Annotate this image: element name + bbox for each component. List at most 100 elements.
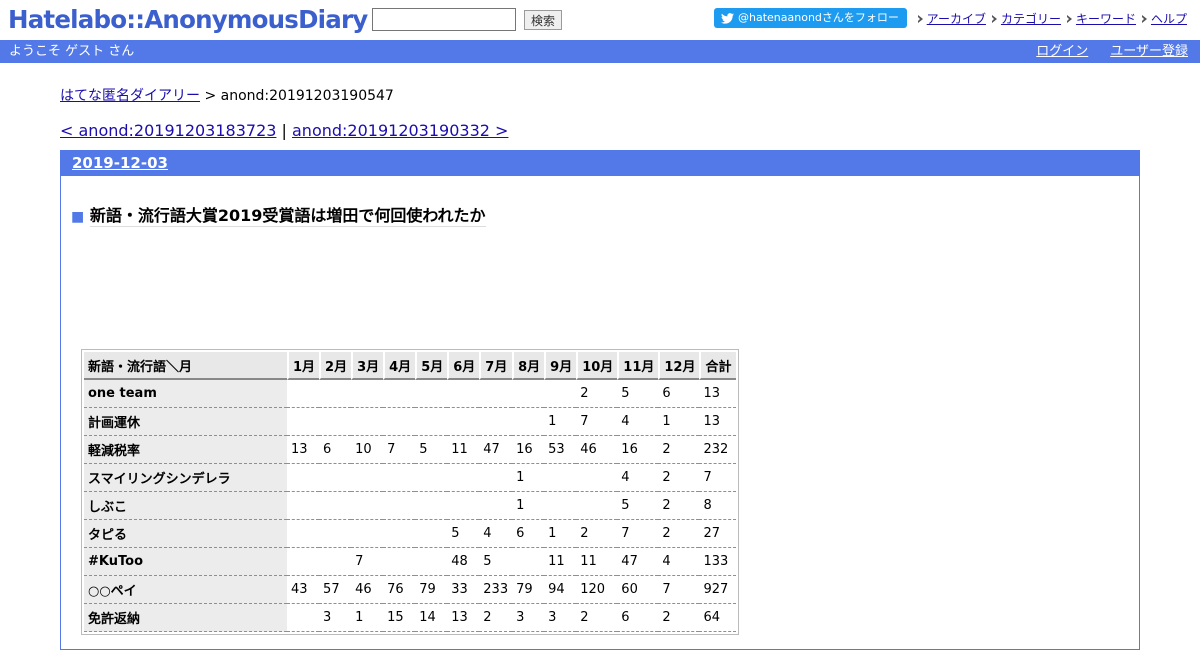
table-cell: 6 xyxy=(617,604,659,632)
table-cell: 1 xyxy=(512,464,545,492)
table-cell: 233 xyxy=(479,576,513,604)
table-cell xyxy=(287,380,320,408)
breadcrumb-separator: > xyxy=(200,88,221,104)
table-cell: 16 xyxy=(512,436,545,464)
site-logo[interactable]: Hatelabo::AnonymousDiary xyxy=(8,5,368,35)
table-cell: 120 xyxy=(576,576,618,604)
nav-keyword-link[interactable]: キーワード xyxy=(1076,10,1136,27)
table-cell: 7 xyxy=(617,520,659,548)
buzzword-count-table: 新語・流行語＼月 1月 2月 3月 4月 5月 6月 7月 8月 9月 10月 11月 12月 合計 on… xyxy=(81,349,739,635)
table-cell xyxy=(479,464,513,492)
triangle-arrow-icon xyxy=(1066,14,1072,23)
nav-keyword[interactable]: キーワード xyxy=(1066,10,1136,27)
table-cell xyxy=(447,380,480,408)
account-links: ログイン ユーザー登録 xyxy=(1036,40,1188,63)
table-cell: 47 xyxy=(479,436,513,464)
table-cell: 27 xyxy=(699,520,736,548)
table-cell xyxy=(544,464,577,492)
table-cell: 53 xyxy=(544,436,577,464)
table-cell: 46 xyxy=(576,436,618,464)
table-cell: 4 xyxy=(479,520,513,548)
table-cell xyxy=(512,380,545,408)
pager-separator: | xyxy=(276,121,292,140)
table-cell: 57 xyxy=(319,576,352,604)
table-cell xyxy=(544,492,577,520)
nav-help[interactable]: ヘルプ xyxy=(1141,10,1187,27)
table-column-header: 8月 xyxy=(512,352,545,380)
table-cell xyxy=(319,380,352,408)
entry-permalink-square[interactable]: ■ xyxy=(71,209,84,225)
row-label: 計画運休 xyxy=(84,408,287,436)
table-row: 免許返納 3 1 15 14 13 2 3 3 2 6 2 64 xyxy=(84,604,736,632)
table-cell xyxy=(351,464,384,492)
table-cell: 927 xyxy=(699,576,736,604)
table-cell xyxy=(287,548,320,576)
row-label: スマイリングシンデレラ xyxy=(84,464,287,492)
table-corner-header: 新語・流行語＼月 xyxy=(84,352,287,380)
table-cell: 3 xyxy=(319,604,352,632)
nav-help-link[interactable]: ヘルプ xyxy=(1151,10,1187,27)
triangle-arrow-icon xyxy=(917,14,923,23)
table-cell: 10 xyxy=(351,436,384,464)
table-cell: 5 xyxy=(617,492,659,520)
table-cell: 4 xyxy=(658,548,700,576)
table-cell: 47 xyxy=(617,548,659,576)
table-cell xyxy=(319,464,352,492)
table-cell: 33 xyxy=(447,576,480,604)
nav-archive-link[interactable]: アーカイブ xyxy=(927,10,986,27)
day-date-link[interactable]: 2019-12-03 xyxy=(72,154,168,172)
row-label: one team xyxy=(84,380,287,408)
table-cell: 6 xyxy=(512,520,545,548)
table-cell xyxy=(319,408,352,436)
table-cell: 5 xyxy=(447,520,480,548)
table-column-header: 7月 xyxy=(479,352,513,380)
table-cell xyxy=(383,548,416,576)
table-cell: 4 xyxy=(617,408,659,436)
table-cell xyxy=(447,464,480,492)
table-cell: 13 xyxy=(287,436,320,464)
table-cell xyxy=(415,548,448,576)
table-cell: 7 xyxy=(699,464,736,492)
table-cell: 13 xyxy=(699,380,736,408)
table-cell: 6 xyxy=(319,436,352,464)
table-cell xyxy=(576,492,618,520)
table-cell xyxy=(383,520,416,548)
next-entry-link[interactable]: anond:20191203190332 > xyxy=(292,121,508,140)
breadcrumb-home-link[interactable]: はてな匿名ダイアリー xyxy=(60,88,200,104)
table-cell xyxy=(415,492,448,520)
table-cell: 8 xyxy=(699,492,736,520)
table-cell xyxy=(576,464,618,492)
breadcrumb: はてな匿名ダイアリー > anond:20191203190547 xyxy=(60,85,394,105)
table-row: #KuToo 7 48 5 11 11 47 4 133 xyxy=(84,548,736,576)
row-label: 軽減税率 xyxy=(84,436,287,464)
nav-category[interactable]: カテゴリー xyxy=(991,10,1061,27)
table-cell xyxy=(415,408,448,436)
search-button[interactable]: 検索 xyxy=(524,10,562,30)
table-cell xyxy=(479,380,513,408)
register-link[interactable]: ユーザー登録 xyxy=(1110,40,1188,63)
table-column-header: 4月 xyxy=(383,352,416,380)
breadcrumb-current: anond:20191203190547 xyxy=(220,88,394,104)
entry-title-text: 新語・流行語大賞2019受賞語は増田で何回使われたか xyxy=(89,206,486,227)
table-row: ○○ペイ 43 57 46 76 79 33 233 79 94 120 60 7 927 xyxy=(84,576,736,604)
table-row: スマイリングシンデレラ 1 4 2 7 xyxy=(84,464,736,492)
nav-category-link[interactable]: カテゴリー xyxy=(1001,10,1061,27)
nav-archive[interactable]: アーカイブ xyxy=(917,10,986,27)
twitter-follow-button[interactable]: @hatenaanondさんをフォロー xyxy=(714,8,907,28)
table-row: しぶこ 1 5 2 8 xyxy=(84,492,736,520)
login-link[interactable]: ログイン xyxy=(1036,40,1088,63)
table-cell: 1 xyxy=(658,408,700,436)
search-input[interactable] xyxy=(372,8,516,31)
table-cell xyxy=(447,492,480,520)
table-cell: 64 xyxy=(699,604,736,632)
prev-entry-link[interactable]: < anond:20191203183723 xyxy=(60,121,276,140)
entry-title: ■ 新語・流行語大賞2019受賞語は増田で何回使われたか xyxy=(71,202,486,227)
table-cell xyxy=(287,464,320,492)
row-label: しぶこ xyxy=(84,492,287,520)
day-section: 2019-12-03 ■ 新語・流行語大賞2019受賞語は増田で何回使われたか … xyxy=(60,150,1140,650)
table-cell xyxy=(383,408,416,436)
table-cell xyxy=(415,520,448,548)
table-column-header: 5月 xyxy=(415,352,448,380)
table-column-header: 9月 xyxy=(544,352,577,380)
table-cell: 1 xyxy=(512,492,545,520)
